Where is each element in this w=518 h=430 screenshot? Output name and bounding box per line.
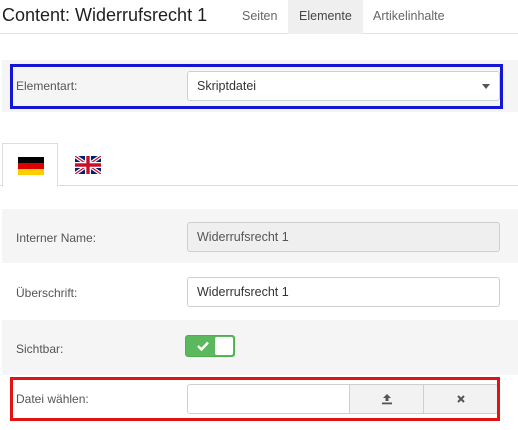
language-tabs	[0, 143, 518, 187]
visible-toggle[interactable]	[185, 335, 235, 357]
content-header: Content: Widerrufsrecht 1 Seiten Element…	[0, 0, 518, 34]
internal-name-label: Interner Name:	[16, 231, 97, 245]
german-flag-icon	[18, 157, 44, 175]
tab-elemente[interactable]: Elemente	[288, 0, 363, 34]
visible-row: Sichtbar:	[2, 320, 518, 375]
toggle-knob	[215, 337, 233, 355]
language-tab-de[interactable]	[2, 143, 58, 187]
heading-field[interactable]: Widerrufsrecht 1	[187, 277, 500, 307]
heading-label: Überschrift:	[16, 286, 78, 300]
check-icon	[197, 341, 209, 352]
tab-artikelinhalte[interactable]: Artikelinhalte	[362, 0, 456, 34]
highlight-box-blue	[10, 64, 503, 109]
visible-label: Sichtbar:	[16, 342, 64, 356]
highlight-box-red	[10, 377, 500, 421]
heading-row: Überschrift: Widerrufsrecht 1	[2, 264, 518, 319]
internal-name-field[interactable]: Widerrufsrecht 1	[187, 222, 500, 252]
tab-seiten[interactable]: Seiten	[231, 0, 288, 34]
uk-flag-icon	[75, 156, 101, 174]
internal-name-row: Interner Name: Widerrufsrecht 1	[2, 209, 518, 263]
page-title: Content: Widerrufsrecht 1	[2, 5, 208, 25]
language-tab-en[interactable]	[60, 143, 116, 186]
